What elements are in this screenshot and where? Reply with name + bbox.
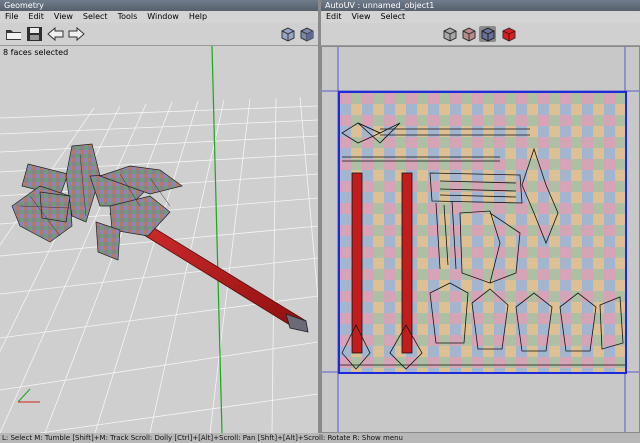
menu-edit[interactable]: Edit	[26, 11, 52, 23]
menu-bar-geometry: File Edit View Select Tools Window Help	[0, 11, 318, 23]
selected-cube-icon[interactable]	[479, 26, 496, 42]
menu-bar-autouv: Edit View Select	[321, 11, 640, 23]
wire-cube-icon[interactable]	[279, 26, 296, 42]
menu-view[interactable]: View	[52, 11, 81, 23]
menu-help[interactable]: Help	[187, 11, 215, 23]
menu-view[interactable]: View	[350, 11, 379, 23]
menu-tools[interactable]: Tools	[116, 11, 146, 23]
menu-select[interactable]: Select	[81, 11, 116, 23]
geometry-window: Geometry File Edit View Select Tools Win…	[0, 0, 318, 433]
menu-edit[interactable]: Edit	[324, 11, 350, 23]
menu-window[interactable]: Window	[145, 11, 187, 23]
menu-file[interactable]: File	[3, 11, 26, 23]
autouv-toolbar	[321, 23, 640, 46]
3d-viewport[interactable]: 8 faces selected	[0, 46, 318, 433]
perspective-grid	[0, 46, 318, 433]
shaded-cube-icon[interactable]	[298, 26, 315, 42]
uv-editor-viewport[interactable]	[321, 46, 640, 433]
wire-cube-icon[interactable]	[441, 26, 458, 42]
textured-cube-icon[interactable]	[460, 26, 477, 42]
open-folder-icon[interactable]	[5, 26, 22, 42]
selection-status: 8 faces selected	[3, 48, 69, 57]
window-title-geometry: Geometry	[0, 0, 318, 11]
uv-texture-map[interactable]	[338, 91, 627, 374]
autouv-window: AutoUV : unnamed_object1 Edit View Selec…	[321, 0, 640, 433]
forward-arrow-icon[interactable]	[68, 26, 85, 42]
window-title-autouv: AutoUV : unnamed_object1	[321, 0, 640, 11]
red-cube-icon[interactable]	[500, 26, 517, 42]
back-arrow-icon[interactable]	[47, 26, 64, 42]
geometry-toolbar	[0, 23, 318, 46]
save-icon[interactable]	[26, 26, 43, 42]
mouse-hint-bar: L: Select M: Tumble [Shift]+M: Track Scr…	[0, 433, 640, 443]
uv-islands	[340, 93, 625, 372]
menu-select[interactable]: Select	[378, 11, 413, 23]
